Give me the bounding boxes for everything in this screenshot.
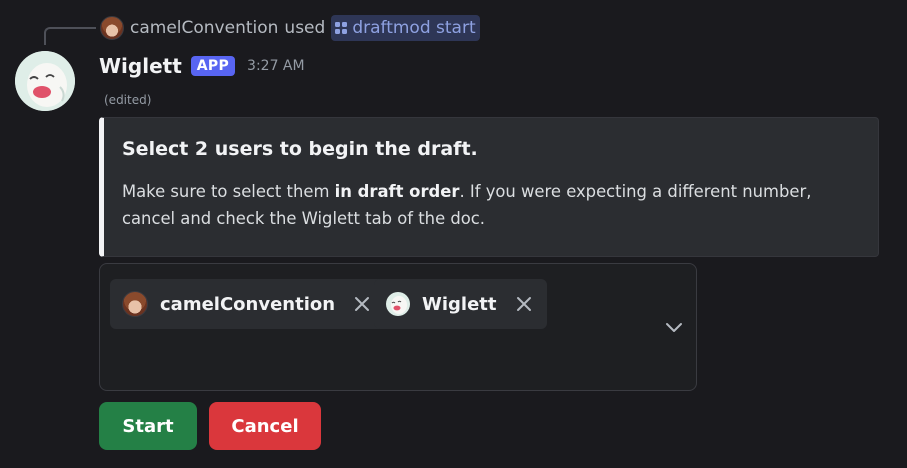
reply-used-text: used — [284, 18, 326, 38]
app-badge: APP — [190, 56, 236, 76]
message-timestamp[interactable]: 3:27 AM — [247, 58, 305, 74]
embed-desc-part1: Make sure to select them — [122, 182, 335, 201]
selected-user-chip: camelConvention — [110, 279, 386, 329]
chevron-down-icon[interactable] — [665, 321, 683, 333]
reply-connector-line — [44, 27, 96, 45]
user-select-menu[interactable]: camelConvention Wiglett — [99, 263, 697, 391]
cancel-button[interactable]: Cancel — [209, 402, 321, 450]
edited-label: (edited) — [104, 93, 152, 107]
slash-command-icon — [335, 22, 348, 34]
camel-avatar — [122, 291, 148, 317]
message-embed: Select 2 users to begin the draft. Make … — [99, 117, 879, 257]
close-icon[interactable] — [515, 295, 533, 313]
wiglett-face-icon — [15, 51, 75, 111]
command-mention[interactable]: draftmod start — [331, 15, 480, 41]
reply-user-avatar[interactable] — [100, 16, 124, 40]
close-icon[interactable] — [353, 295, 371, 313]
wiglett-avatar — [386, 292, 410, 316]
command-reply-header: camelConvention used draftmod start — [100, 15, 480, 41]
selected-user-label: camelConvention — [160, 293, 336, 315]
command-name: draftmod start — [352, 18, 476, 38]
message-header: Wiglett APP 3:27 AM — [99, 52, 305, 80]
start-button[interactable]: Start — [99, 402, 197, 450]
selected-user-label: Wiglett — [422, 293, 497, 315]
embed-desc-bold: in draft order — [334, 182, 460, 201]
reply-user-name[interactable]: camelConvention — [130, 18, 278, 38]
bot-name[interactable]: Wiglett — [99, 54, 182, 78]
embed-title: Select 2 users to begin the draft. — [122, 138, 478, 160]
wiglett-avatar[interactable] — [15, 51, 75, 111]
embed-description: Make sure to select them in draft order.… — [122, 178, 862, 232]
selected-user-chip: Wiglett — [374, 279, 547, 329]
